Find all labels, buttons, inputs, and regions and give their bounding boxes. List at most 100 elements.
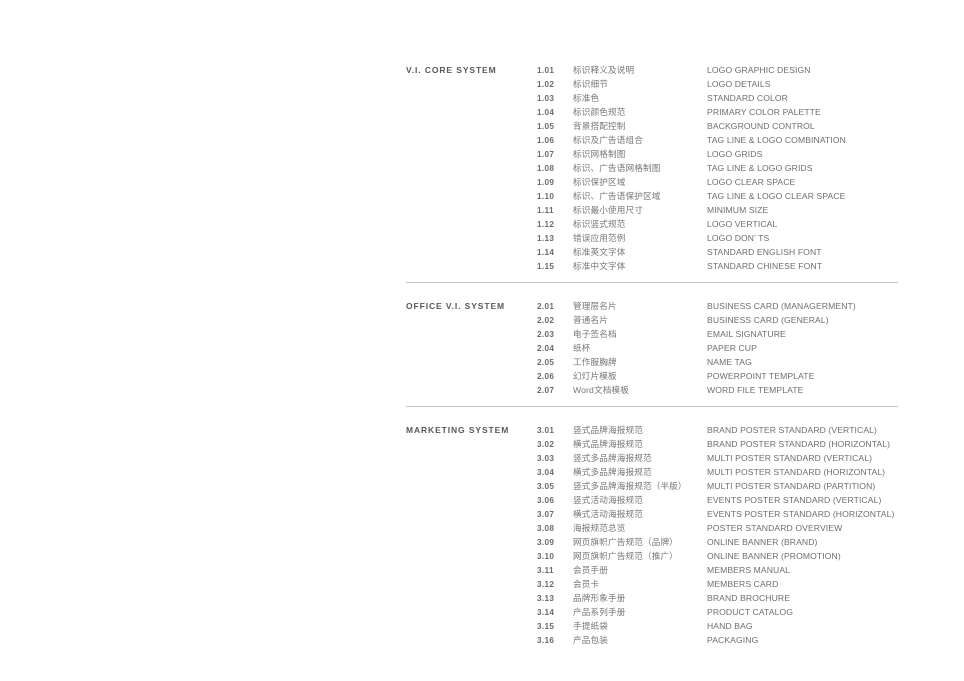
toc-entry[interactable]: 2.02 普通名片 BUSINESS CARD (GENERAL) [537, 313, 898, 327]
toc-entry-title-en: WORD FILE TEMPLATE [707, 385, 804, 395]
toc-entry-title-cn: Word文档模板 [573, 385, 629, 395]
toc-entry[interactable]: 3.11 会员手册 MEMBERS MANUAL [537, 563, 898, 577]
toc-entry[interactable]: 2.05 工作服胸牌 NAME TAG [537, 355, 898, 369]
toc-entry-title-cn: 标识网格制图 [573, 149, 626, 159]
toc-entry[interactable]: 3.14 产品系列手册 PRODUCT CATALOG [537, 605, 898, 619]
toc-entry[interactable]: 1.08 标识、广告语网格制图 TAG LINE & LOGO GRIDS [537, 161, 898, 175]
toc-entry[interactable]: 3.05 竖式多品牌海报规范（半版） MULTI POSTER STANDARD (… [537, 479, 898, 493]
toc-entry-number: 3.05 [537, 482, 555, 491]
toc-entry-title-en: STANDARD COLOR [707, 93, 788, 103]
toc-entry-title-en: HAND BAG [707, 621, 753, 631]
toc-entry[interactable]: 1.07 标识网格制图 LOGO GRIDS [537, 147, 898, 161]
toc-entry-title-cn: 标识最小使用尺寸 [573, 205, 643, 215]
toc-entry-number: 3.12 [537, 580, 555, 589]
table-of-contents: V.I. CORE SYSTEM 1.01 标识释义及说明 LOGO GRAPHIC … [406, 55, 898, 647]
toc-entry-title-en: MULTI POSTER STANDARD (VERTICAL) [707, 453, 873, 463]
toc-entry[interactable]: 2.01 管理层名片 BUSINESS CARD (MANAGERMENT) [537, 299, 898, 313]
toc-entry[interactable]: 3.07 横式活动海报规范 EVENTS POSTER STANDARD (HORI… [537, 507, 898, 521]
toc-entry[interactable]: 1.01 标识释义及说明 LOGO GRAPHIC DESIGN [537, 63, 898, 77]
toc-entry-number: 3.14 [537, 608, 555, 617]
toc-entry[interactable]: 3.13 品牌形象手册 BRAND BROCHURE [537, 591, 898, 605]
toc-entry-title-cn: 横式活动海报规范 [573, 509, 643, 519]
toc-entry[interactable]: 1.11 标识最小使用尺寸 MINIMUM SIZE [537, 203, 898, 217]
toc-entry-title-cn: 网页旗帜广告规范（品牌） [573, 537, 678, 547]
toc-entry-title-cn: 标识颜色规范 [573, 107, 626, 117]
toc-entry[interactable]: 3.06 竖式活动海报规范 EVENTS POSTER STANDARD (VERT… [537, 493, 898, 507]
toc-entry-number: 1.10 [537, 192, 555, 201]
toc-entry-number: 3.10 [537, 552, 555, 561]
toc-entry-title-en: MULTI POSTER STANDARD (HORIZONTAL) [707, 467, 886, 477]
toc-entry-title-cn: 管理层名片 [573, 301, 617, 311]
toc-entry[interactable]: 1.13 错误应用范例 LOGO DON’ TS [537, 231, 898, 245]
toc-entry-title-cn: 横式多品牌海报规范 [573, 467, 652, 477]
toc-entry[interactable]: 2.06 幻灯片模板 POWERPOINT TEMPLATE [537, 369, 898, 383]
toc-entry-title-en: EMAIL SIGNATURE [707, 329, 786, 339]
toc-entry-number: 3.09 [537, 538, 555, 547]
toc-entry-title-en: POSTER STANDARD OVERVIEW [707, 523, 843, 533]
toc-section: OFFICE V.I. SYSTEM 2.01 管理层名片 BUSINESS CARD… [406, 282, 898, 397]
toc-entry[interactable]: 1.09 标识保护区域 LOGO CLEAR SPACE [537, 175, 898, 189]
toc-entry-number: 1.14 [537, 248, 555, 257]
toc-entry-title-en: BUSINESS CARD (GENERAL) [707, 315, 829, 325]
toc-section: V.I. CORE SYSTEM 1.01 标识释义及说明 LOGO GRAPHIC … [406, 55, 898, 273]
toc-entry-title-en: LOGO DON’ TS [707, 233, 770, 243]
toc-entry[interactable]: 3.03 竖式多品牌海报规范 MULTI POSTER STANDARD (VERT… [537, 451, 898, 465]
toc-entry[interactable]: 1.05 背景搭配控制 BACKGROUND CONTROL [537, 119, 898, 133]
toc-entry[interactable]: 2.04 纸杯 PAPER CUP [537, 341, 898, 355]
toc-entry-number: 3.11 [537, 566, 554, 575]
toc-entry[interactable]: 1.12 标识竖式规范 LOGO VERTICAL [537, 217, 898, 231]
toc-entry[interactable]: 3.02 横式品牌海报规范 BRAND POSTER STANDARD (HORIZ… [537, 437, 898, 451]
toc-entry-title-en: PRIMARY COLOR PALETTE [707, 107, 821, 117]
toc-entry[interactable]: 1.02 标识细节 LOGO DETAILS [537, 77, 898, 91]
toc-entry-number: 3.16 [537, 636, 555, 645]
toc-entry-title-cn: 标准色 [573, 93, 600, 103]
toc-section-title: OFFICE V.I. SYSTEM [406, 301, 506, 311]
toc-entry-title-en: LOGO CLEAR SPACE [707, 177, 796, 187]
toc-entry[interactable]: 1.14 标准英文字体 STANDARD ENGLISH FONT [537, 245, 898, 259]
toc-entry[interactable]: 1.04 标识颜色规范 PRIMARY COLOR PALETTE [537, 105, 898, 119]
toc-entry-title-en: BRAND POSTER STANDARD (HORIZONTAL) [707, 439, 891, 449]
toc-entry-title-cn: 品牌形象手册 [573, 593, 626, 603]
toc-entry-title-en: TAG LINE & LOGO COMBINATION [707, 135, 846, 145]
toc-entry[interactable]: 3.01 竖式品牌海报规范 BRAND POSTER STANDARD (VERTI… [537, 423, 898, 437]
toc-entry[interactable]: 3.08 海报规范总览 POSTER STANDARD OVERVIEW [537, 521, 898, 535]
toc-row-list: 3.01 竖式品牌海报规范 BRAND POSTER STANDARD (VERTI… [537, 423, 898, 647]
toc-entry-number: 1.04 [537, 108, 555, 117]
toc-row-list: 1.01 标识释义及说明 LOGO GRAPHIC DESIGN 1.02 标识细节 LO… [537, 63, 898, 273]
toc-entry-title-cn: 普通名片 [573, 315, 608, 325]
toc-entry-title-cn: 幻灯片模板 [573, 371, 617, 381]
toc-entry-number: 1.06 [537, 136, 555, 145]
toc-entry-title-cn: 标识、广告语保护区域 [573, 191, 661, 201]
toc-entry[interactable]: 3.12 会员卡 MEMBERS CARD [537, 577, 898, 591]
toc-entry-title-en: STANDARD CHINESE FONT [707, 261, 823, 271]
toc-entry[interactable]: 1.15 标准中文字体 STANDARD CHINESE FONT [537, 259, 898, 273]
toc-row-list: 2.01 管理层名片 BUSINESS CARD (MANAGERMENT) 2.02… [537, 299, 898, 397]
toc-entry[interactable]: 1.03 标准色 STANDARD COLOR [537, 91, 898, 105]
toc-entry-title-en: BRAND BROCHURE [707, 593, 791, 603]
toc-entry[interactable]: 3.09 网页旗帜广告规范（品牌） ONLINE BANNER (BRAND) [537, 535, 898, 549]
toc-entry[interactable]: 3.10 网页旗帜广告规范（推广） ONLINE BANNER (PROMOTION… [537, 549, 898, 563]
toc-entry-number: 1.12 [537, 220, 555, 229]
toc-entry-number: 3.02 [537, 440, 555, 449]
toc-entry[interactable]: 1.06 标识及广告语组合 TAG LINE & LOGO COMBINATION [537, 133, 898, 147]
toc-entry-title-cn: 手提纸袋 [573, 621, 608, 631]
toc-entry[interactable]: 1.10 标识、广告语保护区域 TAG LINE & LOGO CLEAR SPAC… [537, 189, 898, 203]
toc-entry-title-en: ONLINE BANNER (PROMOTION) [707, 551, 841, 561]
toc-entry-title-en: BACKGROUND CONTROL [707, 121, 815, 131]
toc-entry-title-en: BRAND POSTER STANDARD (VERTICAL) [707, 425, 878, 435]
toc-entry-number: 3.01 [537, 426, 555, 435]
toc-entry-number: 2.01 [537, 302, 555, 311]
toc-entry-title-cn: 背景搭配控制 [573, 121, 626, 131]
toc-entry-title-cn: 标准中文字体 [573, 261, 626, 271]
toc-entry-number: 1.09 [537, 178, 555, 187]
toc-entry[interactable]: 3.04 横式多品牌海报规范 MULTI POSTER STANDARD (HORI… [537, 465, 898, 479]
toc-entry-title-en: TAG LINE & LOGO CLEAR SPACE [707, 191, 846, 201]
toc-entry[interactable]: 2.03 电子签名档 EMAIL SIGNATURE [537, 327, 898, 341]
toc-entry-title-cn: 标识细节 [573, 79, 608, 89]
toc-entry[interactable]: 2.07 Word文档模板 WORD FILE TEMPLATE [537, 383, 898, 397]
toc-entry-title-cn: 工作服胸牌 [573, 357, 617, 367]
toc-entry-number: 1.05 [537, 122, 555, 131]
toc-entry[interactable]: 3.15 手提纸袋 HAND BAG [537, 619, 898, 633]
toc-entry-number: 2.05 [537, 358, 555, 367]
toc-entry[interactable]: 3.16 产品包装 PACKAGING [537, 633, 898, 647]
